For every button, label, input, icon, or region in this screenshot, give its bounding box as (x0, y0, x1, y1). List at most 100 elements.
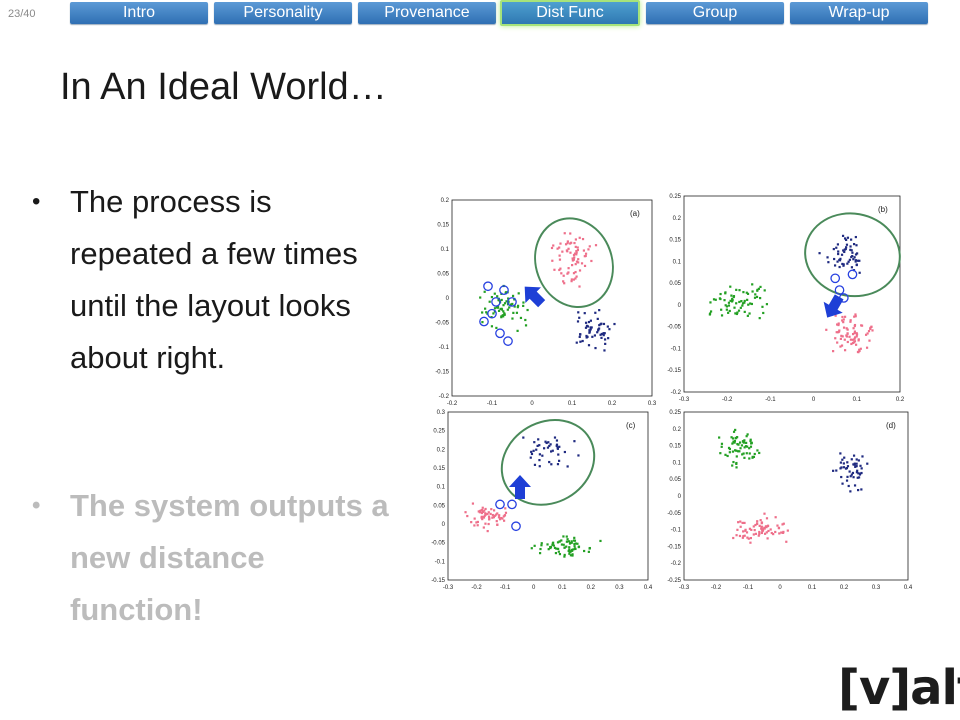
data-point (560, 272, 563, 275)
plot-frame (451, 199, 653, 397)
tab-dist-func[interactable]: Dist Func (500, 0, 640, 26)
data-point (498, 514, 501, 517)
panel-label: (d) (886, 421, 896, 430)
data-point (849, 320, 852, 323)
data-point (508, 306, 511, 309)
data-point (593, 334, 597, 337)
data-point (570, 280, 573, 283)
data-point (854, 235, 857, 239)
tab-personality[interactable]: Personality (214, 2, 352, 24)
data-point (747, 537, 750, 540)
data-point (581, 237, 585, 241)
x-tick-label: 0 (812, 397, 816, 403)
y-tick-label: 0.25 (669, 194, 681, 200)
scatter-plot-figure: -0.2 -0.1 0 0.1 0.2 0.30.20.150.10.050-0.05-0… (431, 194, 913, 591)
data-point (558, 254, 561, 257)
data-point (730, 436, 733, 439)
data-point (504, 511, 508, 514)
data-point (589, 319, 593, 322)
data-point (493, 509, 496, 512)
data-point (603, 338, 607, 341)
y-tick-label: 0 (678, 494, 682, 500)
data-point (481, 506, 484, 509)
data-point (748, 312, 751, 315)
data-point (735, 302, 738, 305)
data-point (728, 451, 731, 454)
y-tick-label: 0.15 (437, 223, 449, 229)
data-point (848, 470, 851, 473)
data-point (857, 339, 860, 342)
data-point (763, 289, 766, 292)
data-point (774, 530, 777, 534)
data-point (587, 248, 590, 251)
data-point (865, 346, 869, 349)
tab-group[interactable]: Group (646, 2, 784, 24)
data-point (839, 461, 842, 464)
data-point (587, 550, 590, 553)
y-tick-label: -0.2 (439, 394, 450, 400)
data-point (755, 295, 759, 299)
tab-intro[interactable]: Intro (70, 2, 208, 24)
data-point (720, 442, 724, 445)
data-point (490, 295, 494, 299)
data-point (709, 310, 713, 313)
data-point (573, 545, 576, 548)
data-point (708, 313, 711, 316)
tab-provenance[interactable]: Provenance (358, 2, 496, 24)
data-point (538, 465, 541, 468)
data-point (522, 436, 525, 439)
x-tick-label: -0.3 (679, 397, 690, 403)
data-point (774, 516, 777, 519)
data-point (852, 454, 856, 457)
data-point (549, 443, 552, 446)
data-point (743, 456, 746, 459)
data-point (729, 285, 732, 288)
tab-wrap-up[interactable]: Wrap-up (790, 2, 928, 24)
y-tick-label: -0.15 (435, 370, 449, 376)
data-point (578, 316, 581, 319)
data-point (548, 460, 551, 464)
data-point (839, 345, 842, 348)
data-point (481, 311, 484, 314)
data-point (578, 236, 581, 239)
data-point (568, 546, 571, 549)
data-point (501, 517, 504, 520)
data-point (843, 250, 846, 254)
data-point (492, 312, 495, 315)
data-point (594, 311, 597, 314)
y-tick-label: 0.15 (669, 238, 681, 244)
data-point (846, 262, 849, 265)
y-tick-label: -0.15 (431, 578, 445, 584)
data-point (574, 263, 577, 266)
data-point (741, 453, 744, 456)
data-point (735, 534, 738, 537)
data-point (574, 245, 577, 248)
data-point (502, 310, 505, 313)
data-point (731, 464, 734, 467)
data-point (757, 534, 760, 537)
data-point (575, 250, 578, 253)
data-point (573, 536, 576, 539)
bullet-dot-icon: • (32, 188, 41, 215)
data-point (758, 317, 761, 320)
data-point (868, 339, 871, 342)
data-point (852, 327, 855, 330)
data-point (854, 313, 857, 316)
data-point (572, 258, 575, 261)
data-point (730, 294, 733, 297)
data-point (854, 465, 857, 468)
data-point (858, 348, 861, 351)
data-point (745, 441, 748, 444)
data-point (846, 236, 850, 239)
data-point (781, 531, 785, 534)
data-point (735, 466, 738, 469)
data-point (719, 452, 722, 455)
data-point (743, 521, 746, 525)
data-point (599, 333, 602, 336)
data-point (503, 312, 506, 315)
data-point (557, 550, 560, 553)
data-point (583, 549, 586, 553)
y-tick-label: 0.15 (433, 466, 445, 472)
data-point (560, 539, 563, 542)
data-point (764, 525, 768, 528)
